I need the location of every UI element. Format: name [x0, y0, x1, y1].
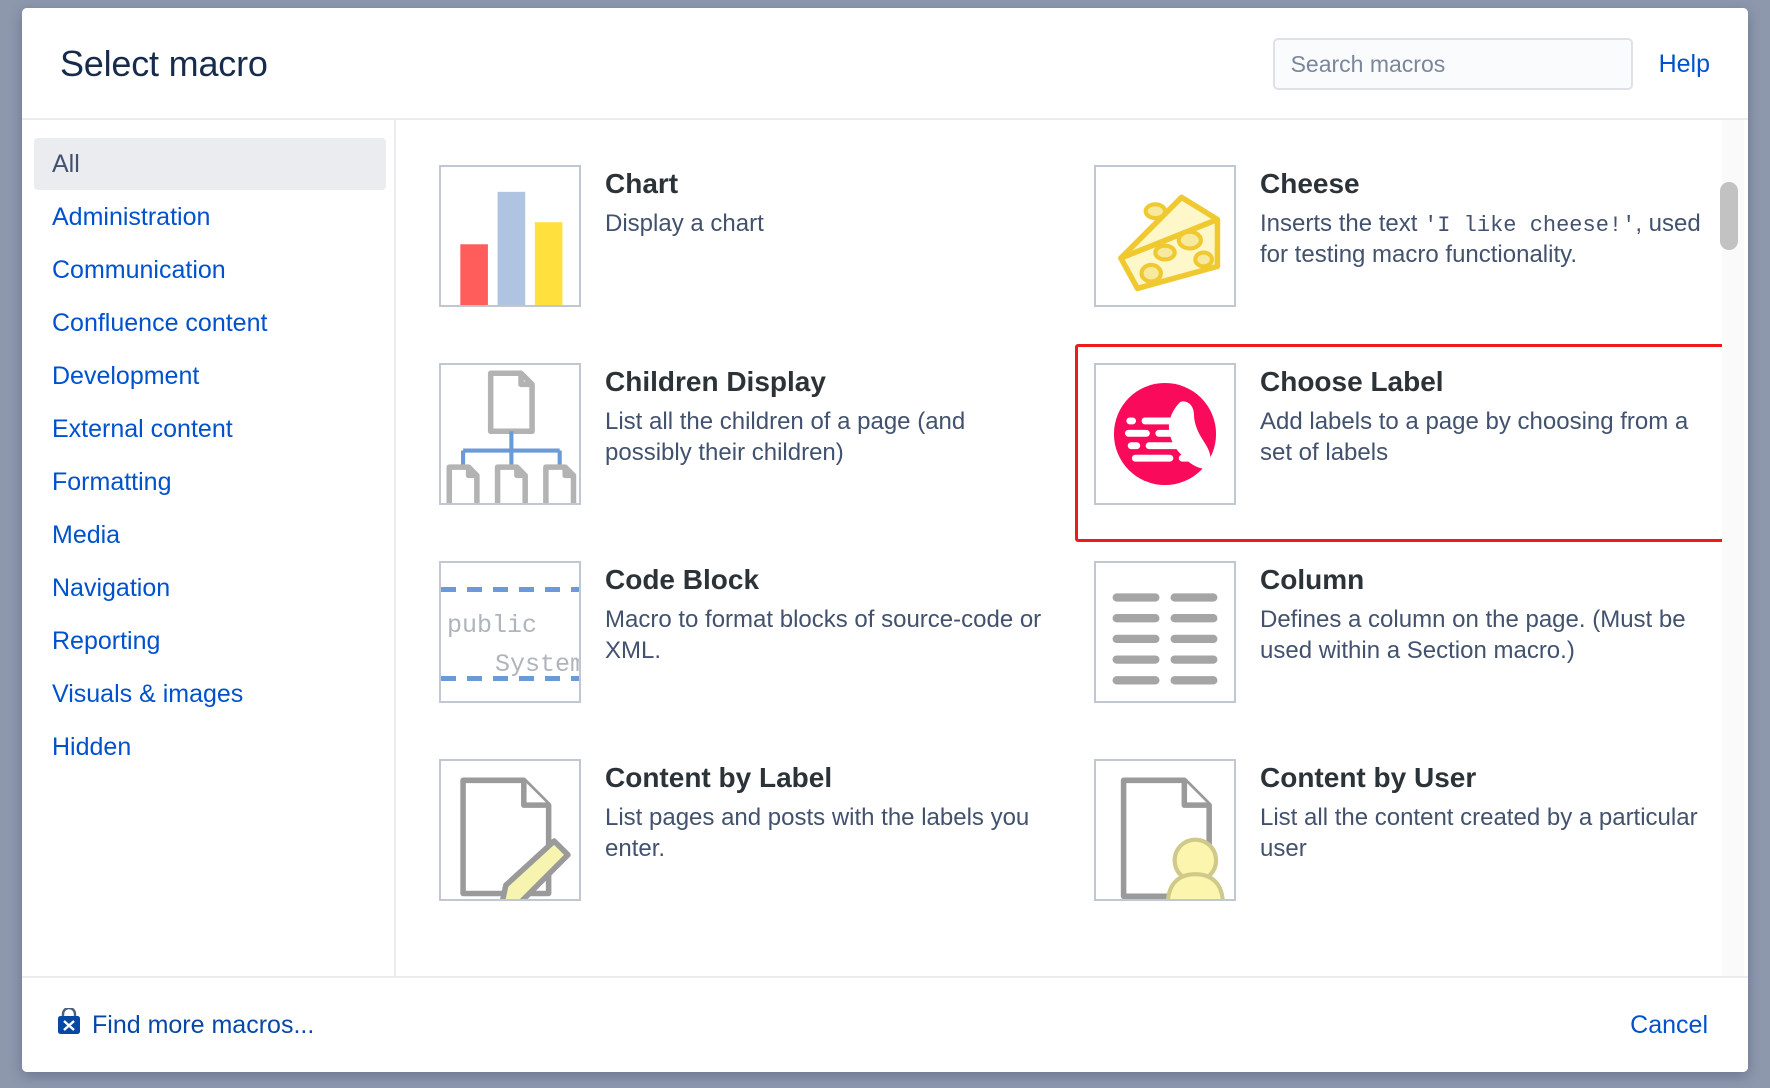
macro-text: Content by Label List pages and posts wi…	[605, 759, 1054, 919]
macro-text: Choose Label Add labels to a page by cho…	[1260, 363, 1709, 523]
running-shoe-icon	[1094, 363, 1236, 505]
dashed-line-bottom	[441, 676, 579, 681]
macro-card-choose-label[interactable]: Choose Label Add labels to a page by cho…	[1075, 344, 1730, 542]
marketplace-bag-icon	[56, 1006, 82, 1043]
sidebar-item-development[interactable]: Development	[34, 350, 386, 402]
desc-part-plain: Inserts the text	[1260, 209, 1425, 237]
macro-card-content-by-user[interactable]: Content by User List all the content cre…	[1075, 740, 1730, 938]
desc-part-mono: 'I like cheese!'	[1424, 212, 1636, 238]
two-column-lines-icon	[1094, 561, 1236, 703]
macro-description: Macro to format blocks of source-code or…	[605, 605, 1042, 664]
dialog-header: Select macro Help	[22, 8, 1748, 120]
page-tree-icon	[439, 363, 581, 505]
code-block-icon: public System	[439, 561, 581, 703]
page-pencil-icon	[439, 759, 581, 901]
macro-name: Column	[1260, 564, 1365, 595]
help-link[interactable]: Help	[1659, 50, 1710, 79]
macro-name: Content by Label	[605, 762, 833, 793]
macro-card-chart[interactable]: Chart Display a chart	[420, 146, 1075, 344]
sidebar-item-all[interactable]: All	[34, 138, 386, 190]
macro-card-children-display[interactable]: Children Display List all the children o…	[420, 344, 1075, 542]
dialog-footer: Find more macros... Cancel	[22, 976, 1748, 1072]
macro-name: Choose Label	[1260, 366, 1444, 397]
sidebar-item-communication[interactable]: Communication	[34, 244, 386, 296]
cheese-wedge-icon	[1094, 165, 1236, 307]
macro-description: Display a chart	[605, 209, 764, 237]
macro-name: Content by User	[1260, 762, 1477, 793]
sidebar-item-media[interactable]: Media	[34, 509, 386, 561]
macro-text: Content by User List all the content cre…	[1260, 759, 1709, 919]
macro-text: Children Display List all the children o…	[605, 363, 1054, 523]
macro-name: Cheese	[1260, 168, 1360, 199]
macro-card-column[interactable]: Column Defines a column on the page. (Mu…	[1075, 542, 1730, 740]
macro-card-code-block[interactable]: public System Code Block Macro to format…	[420, 542, 1075, 740]
macro-description: List all the children of a page (and pos…	[605, 407, 966, 466]
macro-description: List pages and posts with the labels you…	[605, 803, 1030, 862]
find-more-macros-link[interactable]: Find more macros...	[56, 1006, 315, 1043]
macro-text: Code Block Macro to format blocks of sou…	[605, 561, 1054, 721]
macro-grid: Chart Display a chart Cheese Inserts the…	[396, 120, 1748, 938]
cancel-button[interactable]: Cancel	[1630, 1011, 1708, 1040]
macro-card-content-by-label[interactable]: Content by Label List pages and posts wi…	[420, 740, 1075, 938]
search-input[interactable]	[1288, 49, 1617, 79]
macro-name: Code Block	[605, 564, 760, 595]
code-sample-line-1: public	[447, 611, 538, 640]
macro-text: Cheese Inserts the text 'I like cheese!'…	[1260, 165, 1709, 325]
page-user-icon	[1094, 759, 1236, 901]
search-macros-box[interactable]	[1272, 38, 1633, 90]
header-actions: Help	[1272, 38, 1710, 90]
dashed-line-top	[441, 587, 579, 592]
macro-list-scrollbar-thumb[interactable]	[1720, 182, 1738, 250]
code-block-art: public System	[441, 563, 579, 701]
macro-card-cheese[interactable]: Cheese Inserts the text 'I like cheese!'…	[1075, 146, 1730, 344]
macro-text: Chart Display a chart	[605, 165, 1054, 325]
macro-name: Children Display	[605, 366, 826, 397]
sidebar-item-external-content[interactable]: External content	[34, 403, 386, 455]
sidebar-item-navigation[interactable]: Navigation	[34, 562, 386, 614]
sidebar-item-visuals-images[interactable]: Visuals & images	[34, 668, 386, 720]
bar-chart-icon	[439, 165, 581, 307]
macro-description: Defines a column on the page. (Must be u…	[1260, 605, 1686, 664]
sidebar-item-formatting[interactable]: Formatting	[34, 456, 386, 508]
sidebar-item-hidden[interactable]: Hidden	[34, 721, 386, 773]
macro-name: Chart	[605, 168, 679, 199]
code-sample: public System	[447, 607, 579, 685]
sidebar-item-confluence-content[interactable]: Confluence content	[34, 297, 386, 349]
find-more-macros-label: Find more macros...	[92, 1010, 315, 1039]
sidebar-item-administration[interactable]: Administration	[34, 191, 386, 243]
macro-text: Column Defines a column on the page. (Mu…	[1260, 561, 1709, 721]
category-sidebar: All Administration Communication Conflue…	[22, 120, 396, 976]
sidebar-item-reporting[interactable]: Reporting	[34, 615, 386, 667]
dialog-body: All Administration Communication Conflue…	[22, 120, 1748, 976]
macro-list-scroll-area[interactable]: Chart Display a chart Cheese Inserts the…	[396, 120, 1748, 976]
select-macro-dialog: Select macro Help All Administration Com…	[22, 8, 1748, 1072]
macro-description: Inserts the text 'I like cheese!', used …	[1260, 209, 1709, 271]
macro-description: List all the content created by a partic…	[1260, 803, 1698, 862]
page-title: Select macro	[60, 43, 268, 84]
macro-description: Add labels to a page by choosing from a …	[1260, 407, 1689, 466]
macro-list-scrollbar-track[interactable]	[1720, 120, 1744, 976]
